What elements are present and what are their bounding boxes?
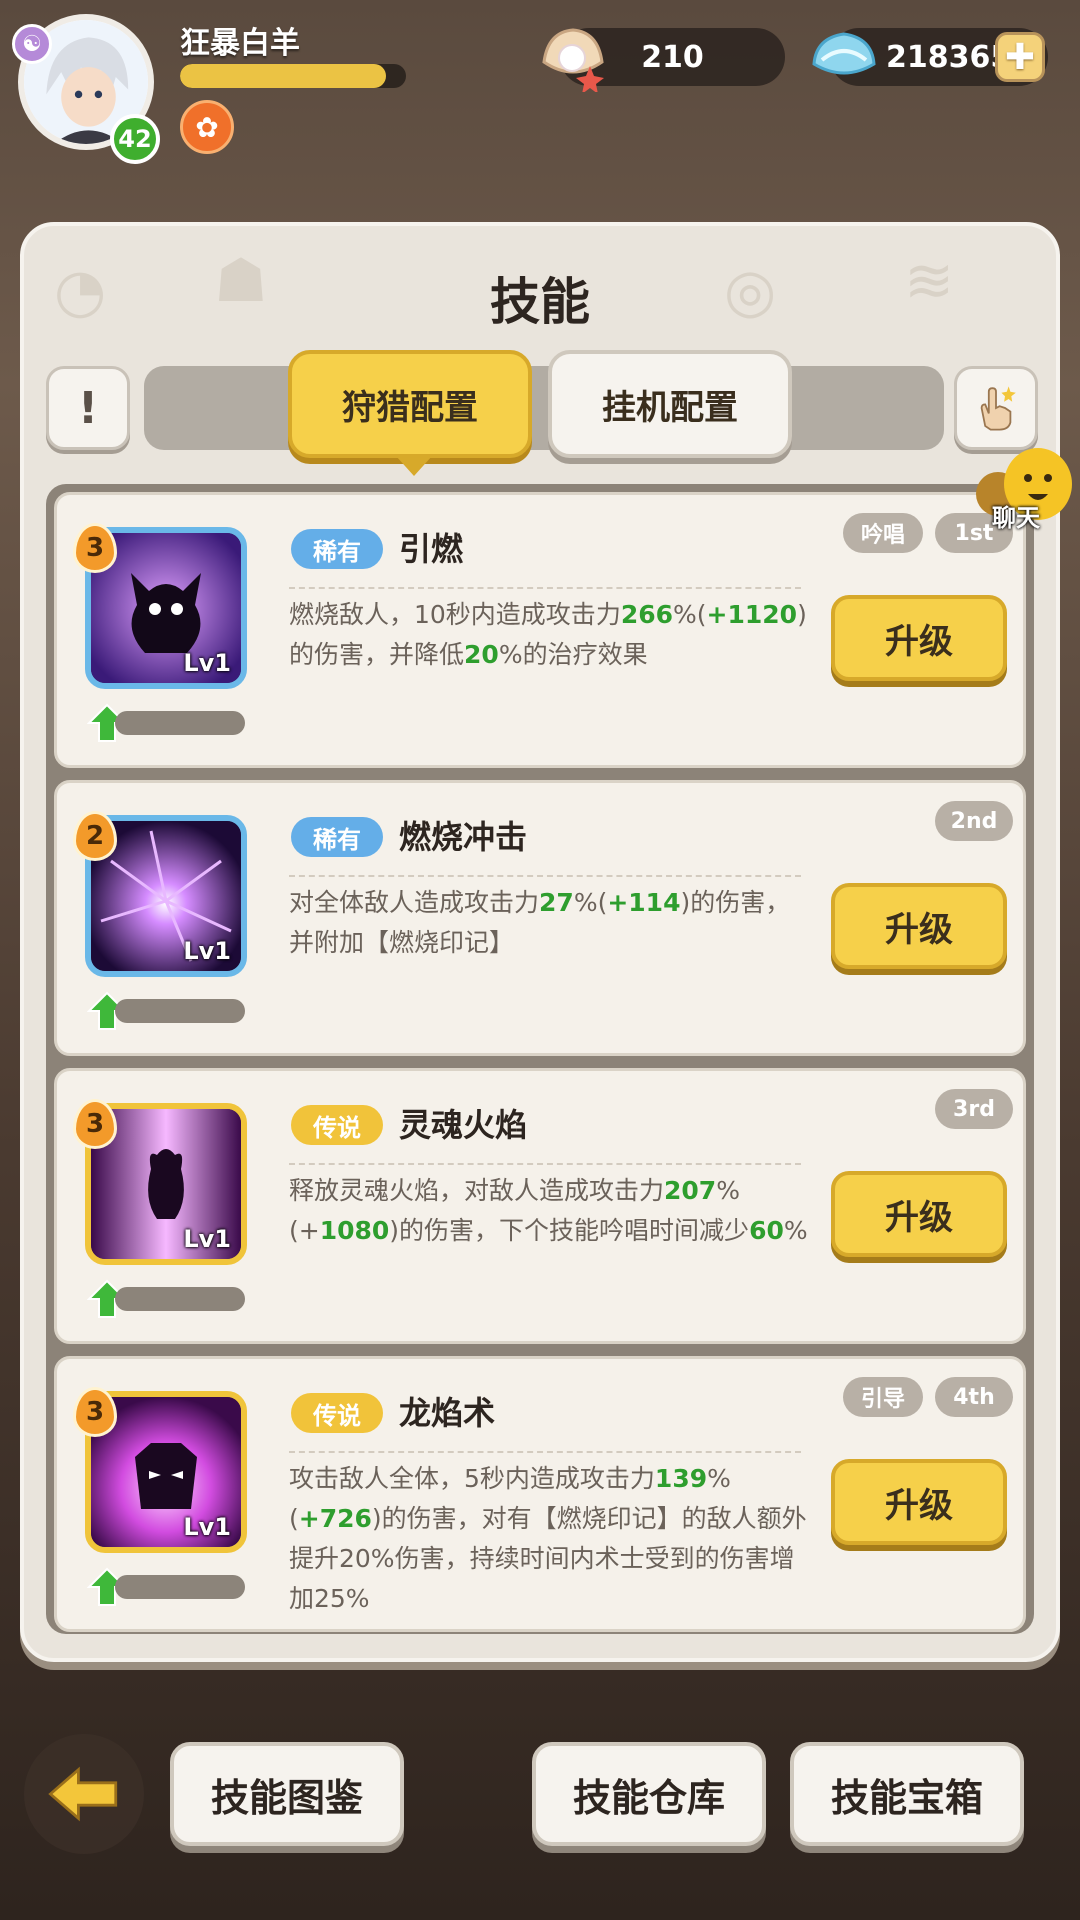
skill-card-2: Lv1 2 稀有 燃烧冲击 对全体敌人造成攻击力27%(+114)的伤害，并附加… [54,780,1026,1056]
desc-text: )的伤害，下个技能吟唱时间减少 [389,1216,750,1245]
desc-value: 266 [620,600,674,629]
desc-text: 释放灵魂火焰，对敌人造成攻击力 [289,1176,665,1205]
skill-level-label: Lv1 [183,1225,231,1253]
skill-description: 攻击敌人全体，5秒内造成攻击力139%(+726)的伤害，对有【燃烧印记】的敌人… [289,1459,811,1619]
skill-codex-button[interactable]: 技能图鉴 [170,1742,404,1846]
desc-value: 207 [664,1176,717,1205]
skill-level-label: Lv1 [183,649,231,677]
player-name: 狂暴白羊 [180,26,300,61]
info-button[interactable]: ! [46,366,130,450]
rarity-badge: 传说 [291,1393,383,1433]
desc-value: 139 [654,1464,708,1493]
desc-text: 对全体敌人造成攻击力 [289,888,540,917]
skill-name: 引燃 [399,530,464,568]
desc-value: 27 [539,888,574,917]
tab-hunting-config[interactable]: 狩猎配置 [288,350,532,476]
skill-description: 对全体敌人造成攻击力27%(+114)的伤害，并附加【燃烧印记】 [289,883,811,963]
desc-value: 20 [464,640,499,669]
desc-text: %的治疗效果 [498,640,648,669]
skill-progress-bar [115,711,245,735]
pearl-shell-icon [542,28,604,92]
rarity-badge: 稀有 [291,529,383,569]
pearl-amount: 210 [641,39,704,75]
skill-card-1: Lv1 3 稀有 引燃 燃烧敌人，10秒内造成攻击力266%(+1120)的伤害… [54,492,1026,768]
tap-hand-icon [980,386,1016,431]
tab-idle-config[interactable]: 挂机配置 [548,350,792,458]
desc-text: %( [573,888,608,917]
divider [289,1163,801,1165]
desc-value: 60 [749,1216,784,1245]
panel-title: 技能 [490,273,590,331]
crystal-gem-icon [812,32,876,75]
skill-name: 龙焰术 [399,1394,496,1432]
skill-storage-button[interactable]: 技能仓库 [532,1742,766,1846]
skills-panel: ◔ ☗ ◎ ≋ 技能 ! 狩猎配置 挂机配置 Lv1 3 稀有 引燃 燃烧敌人，… [20,222,1060,1662]
skill-progress-bar [115,1287,245,1311]
skill-list: Lv1 3 稀有 引燃 燃烧敌人，10秒内造成攻击力266%(+1120)的伤害… [46,484,1034,1634]
skill-type-tag: 吟唱 [843,513,923,553]
desc-text: % [783,1216,808,1245]
desc-text: 攻击敌人全体，5秒内造成攻击力 [289,1464,655,1493]
skill-level-label: Lv1 [183,1513,231,1541]
desc-value: +114 [607,888,681,917]
divider [289,875,801,877]
skill-card-4: Lv1 3 传说 龙焰术 攻击敌人全体，5秒内造成攻击力139%(+726)的伤… [54,1356,1026,1632]
desc-value: 1080 [319,1216,390,1245]
divider [289,1451,801,1453]
desc-value: +1120 [706,600,798,629]
skill-order-tag: 4th [935,1377,1013,1417]
exp-bar-fill [180,64,386,88]
skill-name: 灵魂火焰 [399,1106,528,1144]
tap-hand-button[interactable] [954,366,1038,450]
skill-description: 燃烧敌人，10秒内造成攻击力266%(+1120)的伤害，并降低20%的治疗效果 [289,595,811,675]
guild-emblem-icon[interactable]: ✿ [180,100,234,154]
skill-card-3: Lv1 3 传说 灵魂火焰 释放灵魂火焰，对敌人造成攻击力207%(+1080)… [54,1068,1026,1344]
player-level-badge: 42 [110,114,160,164]
upgrade-button[interactable]: 升级 [831,1171,1007,1257]
skill-order-tag: 3rd [935,1089,1013,1129]
skill-order-tag: 2nd [935,801,1013,841]
upgrade-button[interactable]: 升级 [831,1459,1007,1545]
top-hud: ☯ 42 狂暴白羊 ✿ 210 218365 ✚ [0,0,1080,170]
desc-text: %( [673,600,707,629]
skill-chest-button[interactable]: 技能宝箱 [790,1742,1024,1846]
skill-level-label: Lv1 [183,937,231,965]
upgrade-button[interactable]: 升级 [831,595,1007,681]
skill-progress-bar [115,999,245,1023]
exp-bar [180,64,406,88]
upgrade-button[interactable]: 升级 [831,883,1007,969]
skill-progress-bar [115,1575,245,1599]
skill-name: 燃烧冲击 [399,818,528,856]
add-gem-button[interactable]: ✚ [995,32,1045,82]
chat-label[interactable]: 聊天 [992,498,1040,533]
skill-description: 释放灵魂火焰，对敌人造成攻击力207%(+1080)的伤害，下个技能吟唱时间减少… [289,1171,811,1251]
desc-text: 燃烧敌人，10秒内造成攻击力 [289,600,621,629]
back-arrow-icon [48,1766,118,1822]
rarity-badge: 稀有 [291,817,383,857]
desc-value: +726 [298,1504,372,1533]
divider [289,587,801,589]
gem-amount: 218365 [886,39,1012,75]
skill-type-tag: 引导 [843,1377,923,1417]
back-button[interactable] [24,1734,144,1854]
tabs-track [144,366,944,450]
avatar-frame-icon: ☯ [12,24,52,64]
rarity-badge: 传说 [291,1105,383,1145]
